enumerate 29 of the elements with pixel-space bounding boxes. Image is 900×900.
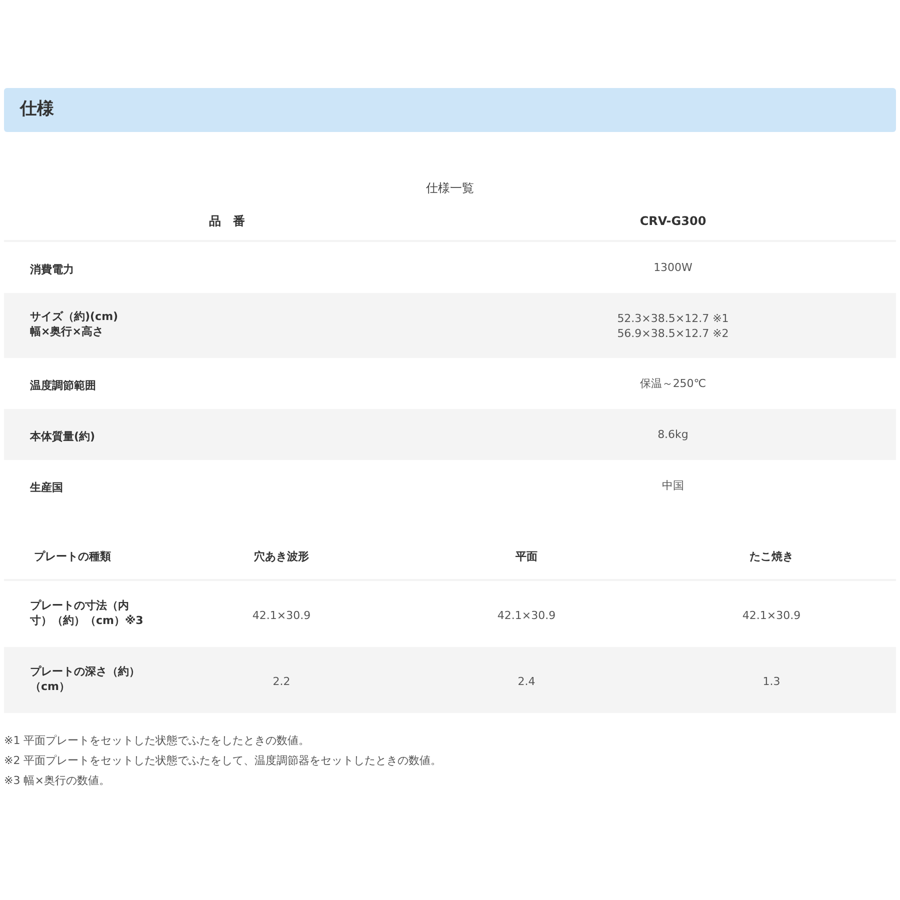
table-cell: 保温～250℃ [640,376,706,391]
table-cell: 2.2 [272,675,290,688]
table-cell: 42.1×30.9 [742,609,801,622]
table-cell: 中国 [662,478,684,493]
footnote: ※1 平面プレートをセットした状態でふたをしたときの数値。 [4,733,311,749]
table-cell: 2.4 [518,675,536,688]
row-label: 温度調節範囲 [30,378,96,392]
column-header: 品 番 [208,213,246,230]
footnote: ※3 幅×奥行の数値。 [4,773,111,789]
table-cell: 42.1×30.9 [497,609,556,622]
row-label: 生産国 [30,480,63,494]
row-label: プレートの寸法（内 寸）（約）（cm）※3 [30,598,144,628]
column-header: 穴あき波形 [254,550,309,563]
section-header: 仕様 [4,88,896,132]
column-header: CRV-G300 [638,213,708,230]
column-header: たこ焼き [750,550,794,563]
row-label: サイズ（約)(cm) 幅×奥行×高さ [30,309,118,339]
table-cell: 8.6kg [658,427,688,442]
row-label: 消費電力 [30,262,74,276]
table-cell: 52.3×38.5×12.7 ※1 56.9×38.5×12.7 ※2 [617,310,729,340]
column-header: 平面 [516,550,538,563]
table-caption: 仕様一覧 [425,180,475,197]
table-cell: 42.1×30.9 [252,609,311,622]
table-cell: 1.3 [762,675,780,688]
footnote: ※2 平面プレートをセットした状態でふたをして、温度調節器をセットしたときの数値。 [4,753,443,769]
row-label: プレートの深さ（約） （cm） [30,664,140,694]
column-header: プレートの種類 [34,550,111,563]
row-label: 本体質量(約) [30,428,96,444]
table-cell: 1300W [654,260,692,275]
